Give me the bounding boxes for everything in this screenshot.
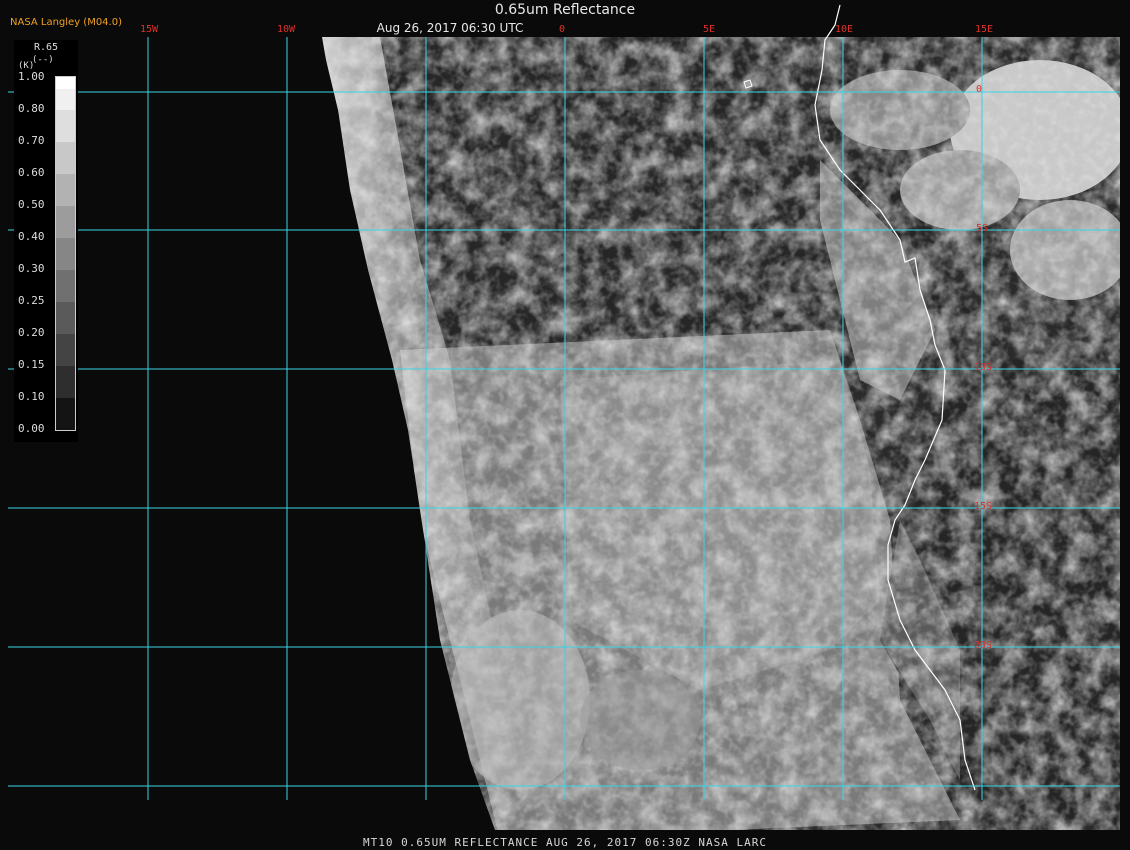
- colorbar-tick: 0.70: [18, 134, 45, 147]
- satellite-image-map: [0, 0, 1130, 850]
- lat-label-0: 0: [976, 84, 983, 95]
- footer-caption: MT10 0.65UM REFLECTANCE AUG 26, 2017 06:…: [363, 836, 767, 849]
- lat-label-20s: 20S: [974, 640, 993, 651]
- colorbar-tick: 0.25: [18, 294, 45, 307]
- lon-label-15e: 15E: [975, 24, 994, 35]
- lat-label-15s: 15S: [974, 501, 993, 512]
- colorbar-legend: R.65 (--) (K) 1.00 0.80 0.70 0.60 0.50 0…: [14, 40, 78, 442]
- lon-label-0: 0: [559, 24, 566, 35]
- colorbar-tick: 0.80: [18, 102, 45, 115]
- lon-label-10w: 10W: [277, 24, 296, 35]
- colorbar-tick: 0.15: [18, 358, 45, 371]
- colorbar-tick: 0.50: [18, 198, 45, 211]
- colorbar-tick: 0.40: [18, 230, 45, 243]
- colorbar-unit: (--): [32, 55, 54, 65]
- colorbar-variable: R.65: [34, 42, 59, 53]
- colorbar-tick: 0.30: [18, 262, 45, 275]
- lon-label-15w: 15W: [140, 24, 159, 35]
- lon-label-10e: 10E: [835, 24, 854, 35]
- colorbar-tick: 0.20: [18, 326, 45, 339]
- colorbar-tick: 0.10: [18, 390, 45, 403]
- colorbar-tick: 0.00: [18, 422, 45, 435]
- map-title: 0.65um Reflectance: [494, 2, 636, 18]
- colorbar-tick: 0.60: [18, 166, 45, 179]
- colorbar-tick: 1.00: [18, 70, 45, 83]
- lat-label-5s: 5S: [976, 223, 989, 234]
- lon-label-5e: 5E: [703, 24, 716, 35]
- lat-label-10s: 10S: [974, 362, 993, 373]
- credit-label: NASA Langley (M04.0): [10, 17, 122, 28]
- colorbar-frame: [55, 76, 76, 431]
